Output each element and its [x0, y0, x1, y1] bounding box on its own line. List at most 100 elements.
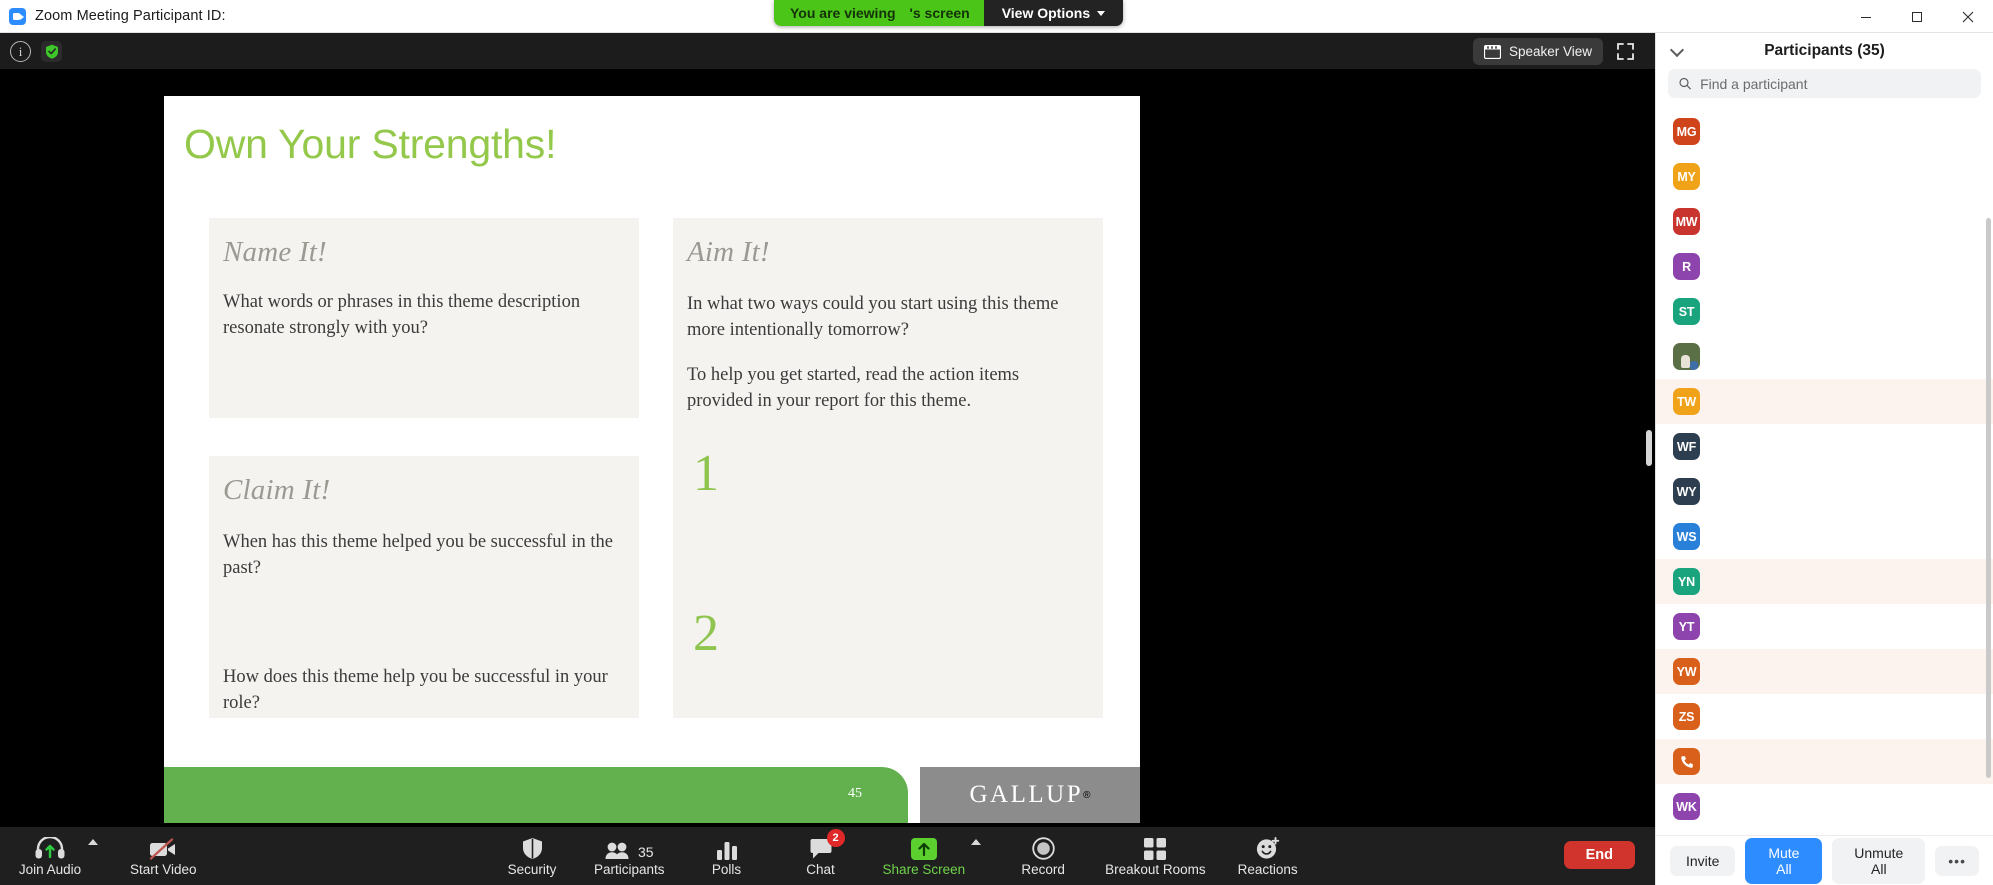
- zoom-logo-icon: [9, 7, 26, 25]
- avatar: MG: [1673, 118, 1700, 145]
- chevron-up-icon: [88, 839, 98, 845]
- chevron-down-icon[interactable]: [1669, 42, 1685, 58]
- share-screen-caret-button[interactable]: [971, 839, 982, 845]
- meeting-status-icons: i: [0, 33, 1655, 62]
- reactions-smiley-icon: [1256, 836, 1280, 860]
- participants-panel: Participants (35) MG MY MW R ST TW WF WY…: [1655, 33, 1993, 885]
- share-screen-group: Share Screen: [883, 827, 982, 885]
- avatar: YT: [1673, 613, 1700, 640]
- list-item[interactable]: ZS: [1656, 694, 1993, 739]
- join-audio-caret-button[interactable]: [88, 839, 98, 845]
- list-item[interactable]: YN: [1656, 559, 1993, 604]
- card-paragraph: When has this theme helped you be succes…: [223, 532, 613, 579]
- slide-card-name-it: Name It! What words or phrases in this t…: [209, 218, 639, 418]
- participants-button[interactable]: 35 Participants: [594, 827, 665, 885]
- close-icon[interactable]: [1942, 0, 1993, 33]
- meeting-controls-toolbar: Join Audio Start Video Security 35 Parti…: [0, 827, 1655, 885]
- avatar-photo: [1673, 343, 1700, 370]
- start-video-button[interactable]: Start Video: [130, 827, 197, 885]
- info-icon[interactable]: i: [10, 41, 31, 62]
- window-controls: [1840, 0, 1993, 33]
- list-item[interactable]: WY: [1656, 469, 1993, 514]
- avatar: WY: [1673, 478, 1700, 505]
- card-paragraph: How does this theme help you be successf…: [223, 666, 608, 713]
- speaker-view-button[interactable]: Speaker View: [1472, 38, 1603, 65]
- share-viewing-label: You are viewing: [774, 0, 910, 26]
- search-icon: [1679, 77, 1691, 90]
- avatar: TW: [1673, 388, 1700, 415]
- chat-unread-badge: 2: [826, 829, 845, 847]
- zoom-meeting-window: Zoom Meeting Participant ID: You are vie…: [0, 0, 1993, 885]
- card-paragraph: To help you get started, read the action…: [687, 364, 1020, 411]
- fullscreen-expand-icon[interactable]: [1611, 38, 1639, 65]
- record-button[interactable]: Record: [1011, 827, 1075, 885]
- list-item[interactable]: MG: [1656, 109, 1993, 154]
- avatar: WK: [1673, 793, 1700, 820]
- avatar: ST: [1673, 298, 1700, 325]
- invite-button[interactable]: Invite: [1670, 845, 1736, 876]
- avatar: MY: [1673, 163, 1700, 190]
- aim-item-number-1: 1: [693, 445, 719, 503]
- breakout-rooms-label: Breakout Rooms: [1105, 861, 1206, 877]
- mute-all-button[interactable]: Mute All: [1745, 837, 1823, 884]
- avatar: WS: [1673, 523, 1700, 550]
- join-audio-group: Join Audio: [18, 827, 98, 885]
- search-input[interactable]: [1700, 75, 1970, 92]
- security-button[interactable]: Security: [500, 827, 564, 885]
- join-audio-button[interactable]: Join Audio: [18, 827, 82, 885]
- view-controls: Speaker View: [1472, 38, 1639, 65]
- list-item[interactable]: TW: [1656, 379, 1993, 424]
- unmute-all-button[interactable]: Unmute All: [1832, 837, 1926, 884]
- join-audio-label: Join Audio: [18, 861, 82, 877]
- reactions-button[interactable]: Reactions: [1236, 827, 1300, 885]
- share-screen-owner-label: 's screen: [909, 0, 984, 26]
- avatar: WF: [1673, 433, 1700, 460]
- poll-bars-icon: [716, 836, 738, 860]
- list-item[interactable]: [1656, 739, 1993, 784]
- security-label: Security: [507, 861, 557, 877]
- card-body: In what two ways could you start using t…: [673, 291, 1103, 414]
- list-item[interactable]: MY: [1656, 154, 1993, 199]
- aim-item-number-2: 2: [693, 605, 719, 663]
- list-item[interactable]: WK: [1656, 784, 1993, 829]
- list-item[interactable]: YW: [1656, 649, 1993, 694]
- minimize-icon[interactable]: [1840, 0, 1891, 33]
- shield-check-icon[interactable]: [41, 41, 62, 62]
- list-item[interactable]: [1656, 334, 1993, 379]
- slide-card-aim-it: Aim It! In what two ways could you start…: [673, 218, 1103, 718]
- breakout-rooms-button[interactable]: Breakout Rooms: [1105, 827, 1206, 885]
- chat-button[interactable]: 2 Chat: [789, 827, 853, 885]
- list-item[interactable]: R: [1656, 244, 1993, 289]
- polls-button[interactable]: Polls: [695, 827, 759, 885]
- panel-resize-handle[interactable]: [1646, 430, 1652, 466]
- end-meeting-button[interactable]: End: [1563, 841, 1635, 869]
- card-body: When has this theme helped you be succes…: [209, 529, 639, 716]
- maximize-icon[interactable]: [1891, 0, 1942, 33]
- phone-icon: [1680, 755, 1693, 768]
- view-options-button[interactable]: View Options: [983, 0, 1124, 26]
- list-item[interactable]: MW: [1656, 199, 1993, 244]
- start-video-label: Start Video: [130, 861, 197, 877]
- chat-label: Chat: [806, 861, 835, 877]
- list-item[interactable]: WS: [1656, 514, 1993, 559]
- record-circle-icon: [1031, 836, 1055, 860]
- list-item[interactable]: WF: [1656, 424, 1993, 469]
- breakout-rooms-icon: [1144, 836, 1167, 860]
- participants-panel-header: Participants (35): [1656, 33, 1993, 69]
- share-screen-label: Share Screen: [882, 861, 966, 877]
- slide-page-number: 45: [848, 786, 862, 801]
- more-options-button[interactable]: •••: [1935, 845, 1979, 876]
- participants-panel-footer: Invite Mute All Unmute All •••: [1656, 835, 1993, 885]
- participants-scrollbar[interactable]: [1986, 218, 1991, 778]
- participants-search-box[interactable]: [1668, 69, 1981, 98]
- toolbar-left-group: Join Audio Start Video: [0, 827, 197, 885]
- speaker-view-label: Speaker View: [1508, 44, 1592, 59]
- participants-list[interactable]: MG MY MW R ST TW WF WY WS YN YT YW ZS WK: [1656, 98, 1993, 835]
- window-title: Zoom Meeting Participant ID:: [35, 8, 226, 24]
- list-item[interactable]: ST: [1656, 289, 1993, 334]
- share-screen-button[interactable]: Share Screen: [882, 827, 966, 885]
- screen-share-banner: You are viewing 's screen View Options: [774, 0, 1124, 26]
- list-item[interactable]: YT: [1656, 604, 1993, 649]
- shared-screen-stage[interactable]: Own Your Strengths! Name It! What words …: [0, 69, 1655, 827]
- avatar: YN: [1673, 568, 1700, 595]
